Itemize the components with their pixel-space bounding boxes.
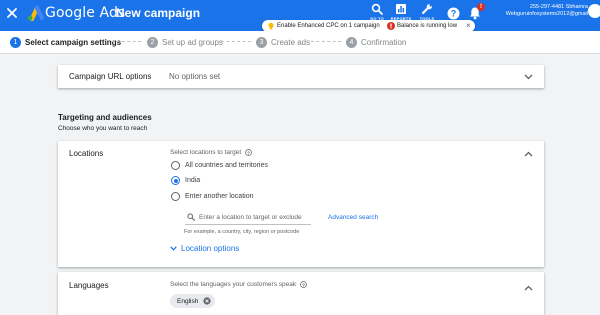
chevron-down-icon — [170, 246, 177, 251]
language-chip-english[interactable]: English — [170, 294, 216, 308]
svg-text:?: ? — [451, 9, 457, 19]
search-icon — [187, 213, 195, 221]
step-divider — [311, 41, 341, 42]
locations-heading: Select locations to target ? — [170, 149, 253, 156]
panel-title: Languages — [69, 281, 109, 290]
warning-icon — [387, 22, 395, 30]
step-label: Select campaign settings — [25, 38, 122, 47]
svg-text:?: ? — [302, 282, 305, 288]
panel-title: Campaign URL options — [69, 72, 152, 81]
step-confirmation[interactable]: 4 Confirmation — [346, 37, 406, 48]
locations-heading-text: Select locations to target — [170, 149, 242, 156]
cpc-recommendation-link[interactable]: Enable Enhanced CPC on 1 campaign — [277, 23, 380, 29]
location-search-field[interactable] — [185, 211, 311, 225]
step-label: Confirmation — [361, 38, 407, 47]
languages-heading: Select the languages your customers spea… — [170, 281, 307, 288]
radio-label: Enter another location — [185, 193, 254, 200]
panel-title: Locations — [69, 149, 104, 158]
account-email: Webguruinfosystems2012@gmail — [505, 11, 588, 17]
step-divider — [111, 41, 141, 42]
language-chip-label: English — [177, 297, 199, 305]
radio-label: India — [185, 177, 201, 184]
lightbulb-icon — [268, 22, 274, 30]
location-option-all[interactable]: All countries and territories — [171, 161, 268, 170]
search-icon — [371, 3, 383, 15]
svg-text:?: ? — [247, 150, 250, 156]
locations-panel: Locations Select locations to target ? A… — [58, 141, 544, 267]
location-options-label: Location options — [181, 244, 240, 253]
close-icon[interactable] — [5, 6, 19, 20]
dismiss-chips-button[interactable]: × — [466, 21, 471, 30]
brand-name: Google Ads — [45, 5, 126, 21]
remove-chip-icon[interactable] — [203, 297, 211, 305]
account-info[interactable]: 255-297-4481 Sbhamra Webguruinfosystems2… — [482, 4, 588, 18]
step-select-campaign-settings[interactable]: 1 Select campaign settings — [10, 37, 121, 48]
languages-panel: Languages Select the languages your cust… — [58, 272, 544, 315]
radio-button[interactable] — [171, 161, 180, 170]
chevron-down-icon[interactable] — [524, 74, 533, 80]
campaign-url-options-panel[interactable]: Campaign URL options No options set — [58, 65, 544, 88]
location-search-hint: For example, a country, city, region or … — [184, 229, 300, 235]
wrench-icon — [421, 4, 432, 15]
location-search-input[interactable] — [199, 211, 311, 223]
location-option-india[interactable]: India — [171, 176, 200, 185]
advanced-search-link[interactable]: Advanced search — [328, 214, 378, 221]
step-number: 3 — [256, 37, 267, 48]
step-number: 1 — [10, 37, 21, 48]
languages-heading-text: Select the languages your customers spea… — [170, 281, 297, 288]
chevron-up-icon[interactable] — [524, 285, 533, 291]
radio-button[interactable] — [171, 192, 180, 201]
panel-summary: No options set — [169, 72, 221, 81]
step-set-up-ad-groups[interactable]: 2 Set up ad groups — [147, 37, 223, 48]
reports-icon — [396, 4, 406, 14]
step-label: Create ads — [271, 38, 311, 47]
help-outline-icon[interactable]: ? — [245, 149, 253, 156]
account-id: 255-297-4481 Sbhamra — [529, 4, 588, 10]
balance-warning-link[interactable]: Balance is running low — [397, 23, 457, 29]
help-icon[interactable]: ? — [447, 7, 460, 20]
avatar[interactable] — [588, 4, 600, 18]
section-title: Targeting and audiences — [58, 113, 152, 122]
radio-label: All countries and territories — [185, 162, 268, 169]
google-ads-logo-icon — [27, 5, 45, 21]
location-options-toggle[interactable]: Location options — [170, 244, 239, 253]
step-create-ads[interactable]: 3 Create ads — [256, 37, 310, 48]
step-divider — [221, 41, 251, 42]
step-number: 2 — [147, 37, 158, 48]
section-subtitle: Choose who you want to reach — [58, 125, 148, 132]
radio-button-selected[interactable] — [171, 176, 180, 185]
page-title: New campaign — [116, 6, 201, 20]
step-label: Set up ad groups — [162, 38, 223, 47]
chevron-up-icon[interactable] — [524, 151, 533, 157]
step-number: 4 — [346, 37, 357, 48]
help-outline-icon[interactable]: ? — [300, 281, 307, 288]
location-option-another[interactable]: Enter another location — [171, 192, 254, 201]
